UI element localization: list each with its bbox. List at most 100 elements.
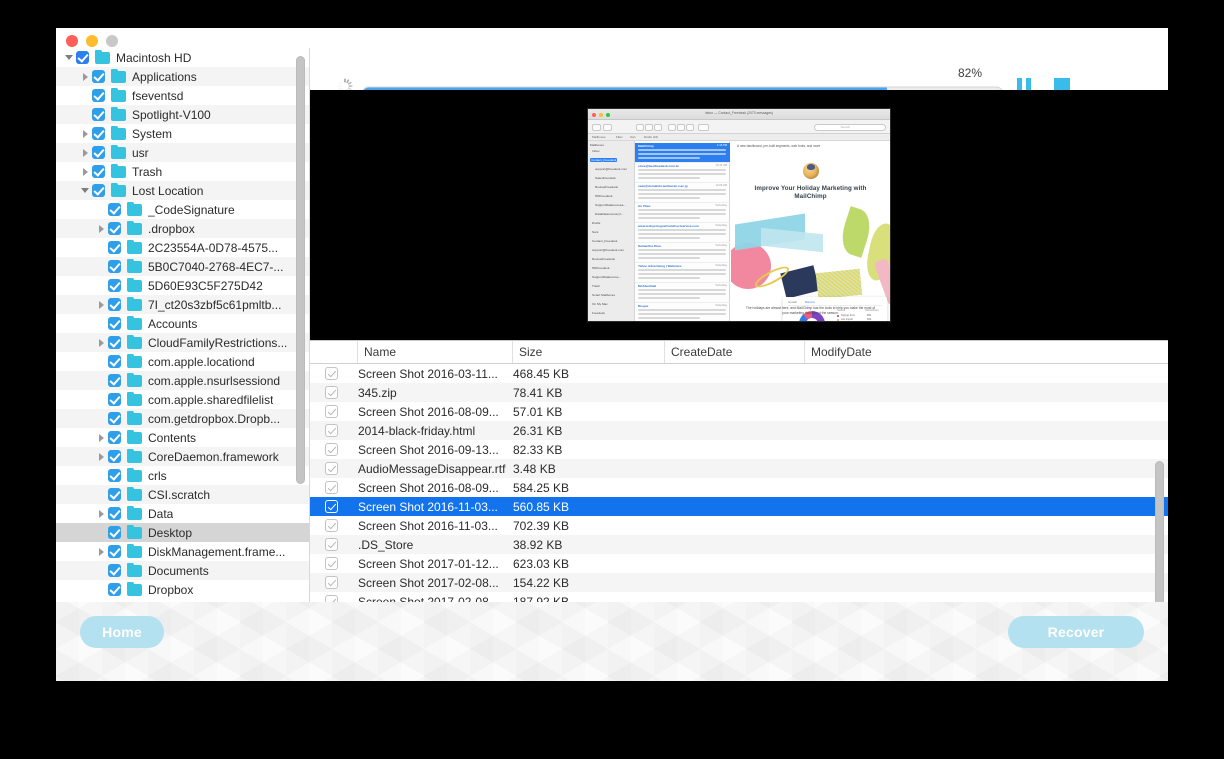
file-list-scrollbar[interactable]	[1155, 365, 1164, 602]
tree-item-checkbox[interactable]	[108, 355, 121, 368]
tree-item-checkbox[interactable]	[108, 469, 121, 482]
tree-item-checkbox[interactable]	[108, 203, 121, 216]
table-row[interactable]: Screen Shot 2017-02-08... 154.22 KB	[310, 573, 1168, 592]
tree-item-checkbox[interactable]	[108, 583, 121, 596]
file-checkbox[interactable]	[325, 557, 338, 570]
tree-item-checkbox[interactable]	[108, 279, 121, 292]
tree-item-checkbox[interactable]	[108, 298, 121, 311]
tree-item[interactable]: Documents	[56, 561, 309, 580]
table-row[interactable]: Screen Shot 2016-11-03... 560.85 KB	[310, 497, 1168, 516]
tree-item-checkbox[interactable]	[92, 184, 105, 197]
file-checkbox[interactable]	[325, 481, 338, 494]
file-checkbox[interactable]	[325, 519, 338, 532]
tree-item-checkbox[interactable]	[92, 165, 105, 178]
tree-item-checkbox[interactable]	[92, 108, 105, 121]
tree-item[interactable]: Spotlight-V100	[56, 105, 309, 124]
chevron-right-icon[interactable]	[96, 546, 107, 557]
tree-item[interactable]: Applications	[56, 67, 309, 86]
tree-item[interactable]: 7I_ct20s3zbf5c61pmltb...	[56, 295, 309, 314]
tree-item[interactable]: CoreDaemon.framework	[56, 447, 309, 466]
chevron-right-icon[interactable]	[80, 147, 91, 158]
tree-item[interactable]: CloudFamilyRestrictions...	[56, 333, 309, 352]
column-header-checkbox[interactable]	[310, 341, 358, 363]
chevron-right-icon[interactable]	[80, 166, 91, 177]
tree-item[interactable]: .dropbox	[56, 219, 309, 238]
file-checkbox[interactable]	[325, 405, 338, 418]
tree-item-checkbox[interactable]	[108, 260, 121, 273]
tree-item-checkbox[interactable]	[108, 545, 121, 558]
table-row[interactable]: Screen Shot 2017-02-08... 187.92 KB	[310, 592, 1168, 602]
file-checkbox[interactable]	[325, 386, 338, 399]
chevron-right-icon[interactable]	[96, 432, 107, 443]
tree-item[interactable]: com.apple.locationd	[56, 352, 309, 371]
chevron-right-icon[interactable]	[96, 337, 107, 348]
table-row[interactable]: Screen Shot 2016-11-03... 702.39 KB	[310, 516, 1168, 535]
file-checkbox[interactable]	[325, 595, 338, 602]
chevron-right-icon[interactable]	[96, 508, 107, 519]
tree-item[interactable]: Desktop	[56, 523, 309, 542]
chevron-right-icon[interactable]	[96, 451, 107, 462]
tree-item[interactable]: crls	[56, 466, 309, 485]
chevron-right-icon[interactable]	[96, 299, 107, 310]
table-row[interactable]: Screen Shot 2016-08-09... 584.25 KB	[310, 478, 1168, 497]
tree-item-checkbox[interactable]	[92, 127, 105, 140]
tree-item[interactable]: Trash	[56, 162, 309, 181]
table-row[interactable]: Screen Shot 2016-09-13... 82.33 KB	[310, 440, 1168, 459]
tree-item-checkbox[interactable]	[108, 507, 121, 520]
chevron-right-icon[interactable]	[96, 223, 107, 234]
tree-item-checkbox[interactable]	[108, 241, 121, 254]
tree-item-checkbox[interactable]	[108, 374, 121, 387]
tree-item[interactable]: com.apple.sharedfilelist	[56, 390, 309, 409]
sidebar-scrollbar[interactable]	[296, 48, 305, 602]
file-checkbox[interactable]	[325, 424, 338, 437]
file-checkbox[interactable]	[325, 500, 338, 513]
recover-button[interactable]: Recover	[1008, 616, 1144, 648]
column-header-modifydate[interactable]: ModifyDate	[805, 341, 1152, 363]
column-header-createdate[interactable]: CreateDate	[665, 341, 805, 363]
sidebar-scrollbar-thumb[interactable]	[296, 56, 305, 484]
minimize-button[interactable]	[86, 35, 98, 47]
column-header-name[interactable]: Name	[358, 341, 513, 363]
file-checkbox[interactable]	[325, 576, 338, 589]
tree-item-checkbox[interactable]	[76, 51, 89, 64]
tree-item[interactable]: 5B0C7040-2768-4EC7-...	[56, 257, 309, 276]
chevron-right-icon[interactable]	[80, 71, 91, 82]
tree-item-checkbox[interactable]	[92, 70, 105, 83]
tree-item-checkbox[interactable]	[108, 317, 121, 330]
table-row[interactable]: 2014-black-friday.html 26.31 KB	[310, 421, 1168, 440]
tree-item[interactable]: usr	[56, 143, 309, 162]
tree-item-checkbox[interactable]	[92, 146, 105, 159]
chevron-right-icon[interactable]	[80, 128, 91, 139]
home-button[interactable]: Home	[80, 616, 164, 648]
tree-item[interactable]: com.apple.nsurlsessiond	[56, 371, 309, 390]
tree-item-checkbox[interactable]	[108, 412, 121, 425]
table-row[interactable]: Screen Shot 2016-03-11... 468.45 KB	[310, 364, 1168, 383]
tree-item[interactable]: Accounts	[56, 314, 309, 333]
file-list-scrollbar-thumb[interactable]	[1155, 461, 1164, 602]
chevron-down-icon[interactable]	[80, 185, 91, 196]
column-header-size[interactable]: Size	[513, 341, 665, 363]
tree-item-checkbox[interactable]	[108, 222, 121, 235]
table-row[interactable]: Screen Shot 2017-01-12... 623.03 KB	[310, 554, 1168, 573]
tree-item[interactable]: 2C23554A-0D78-4575...	[56, 238, 309, 257]
file-checkbox[interactable]	[325, 462, 338, 475]
file-checkbox[interactable]	[325, 538, 338, 551]
table-row[interactable]: 345.zip 78.41 KB	[310, 383, 1168, 402]
tree-item[interactable]: fseventsd	[56, 86, 309, 105]
tree-item-checkbox[interactable]	[108, 526, 121, 539]
tree-item[interactable]: _CodeSignature	[56, 200, 309, 219]
chevron-down-icon[interactable]	[64, 52, 75, 63]
tree-item[interactable]: Macintosh HD	[56, 48, 309, 67]
tree-item-checkbox[interactable]	[108, 431, 121, 444]
folder-tree-sidebar[interactable]: Macintosh HD Applications fseventsd Spotlig…	[56, 48, 310, 602]
tree-item[interactable]: 5D60E93C5F275D42	[56, 276, 309, 295]
tree-item-checkbox[interactable]	[108, 336, 121, 349]
close-button[interactable]	[66, 35, 78, 47]
tree-item[interactable]: Data	[56, 504, 309, 523]
file-checkbox[interactable]	[325, 367, 338, 380]
tree-item[interactable]: Lost Location	[56, 181, 309, 200]
file-checkbox[interactable]	[325, 443, 338, 456]
tree-item[interactable]: CSI.scratch	[56, 485, 309, 504]
tree-item[interactable]: com.getdropbox.Dropb...	[56, 409, 309, 428]
tree-item-checkbox[interactable]	[108, 488, 121, 501]
